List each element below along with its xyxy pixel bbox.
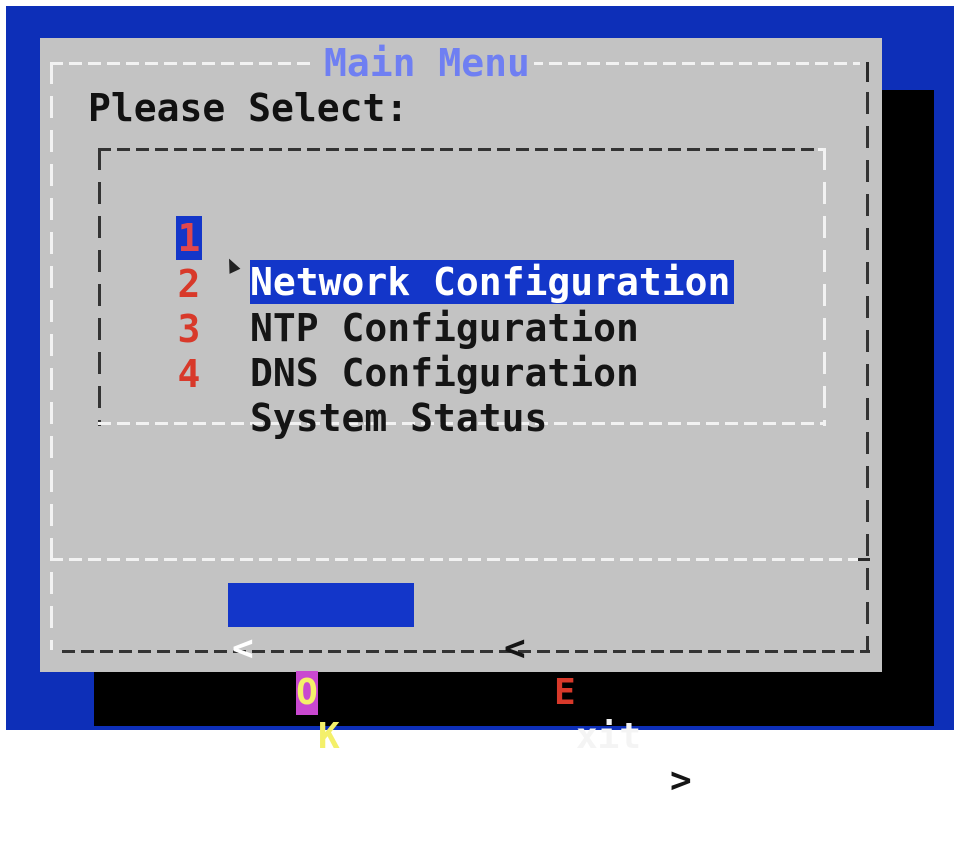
menu-item-tag: 4 bbox=[177, 352, 201, 396]
ok-button[interactable]: < O K > bbox=[228, 583, 414, 801]
dialog-corner-tr bbox=[866, 62, 869, 82]
exit-bracket-right: > bbox=[670, 760, 692, 801]
dialog-title: Main Menu bbox=[320, 42, 534, 84]
dialog-border-top-left bbox=[50, 62, 316, 65]
prompt-label: Please Select: bbox=[88, 86, 409, 130]
main-menu-dialog: Main Menu Please Select: 1 Network Confi… bbox=[40, 38, 882, 801]
ok-label-rest: K bbox=[318, 716, 340, 757]
menu-box-border-top bbox=[98, 148, 818, 151]
exit-bracket-left: < bbox=[504, 628, 526, 669]
ok-bracket-left: < bbox=[232, 628, 254, 669]
ok-hotkey: O bbox=[296, 671, 318, 715]
dialog-border-right bbox=[866, 92, 869, 650]
menu-item-label: System Status bbox=[250, 396, 548, 440]
ok-bracket-right: > bbox=[390, 760, 412, 801]
separator-corner bbox=[858, 558, 870, 561]
button-area-separator bbox=[50, 558, 866, 561]
menu-item-system-status[interactable]: 4 System Status bbox=[176, 308, 548, 440]
dialog-border-bottom bbox=[62, 650, 870, 653]
menu-box-border-left bbox=[98, 148, 101, 426]
menu-item-network-configuration[interactable]: 1 Network Configuration bbox=[176, 172, 735, 304]
menu-item-ntp-configuration[interactable]: 2 NTP Configuration bbox=[176, 218, 639, 350]
dialog-border-left bbox=[50, 62, 53, 650]
menu-item-label: Network Configuration bbox=[250, 260, 735, 304]
menu-box-border-right bbox=[823, 148, 826, 426]
exit-button[interactable]: < E xit > bbox=[504, 583, 724, 801]
exit-label-rest: xit bbox=[576, 716, 642, 757]
exit-hotkey: E bbox=[554, 672, 576, 713]
menu-item-dns-configuration[interactable]: 3 DNS Configuration bbox=[176, 263, 639, 395]
dialog-border-top-right bbox=[530, 62, 860, 65]
